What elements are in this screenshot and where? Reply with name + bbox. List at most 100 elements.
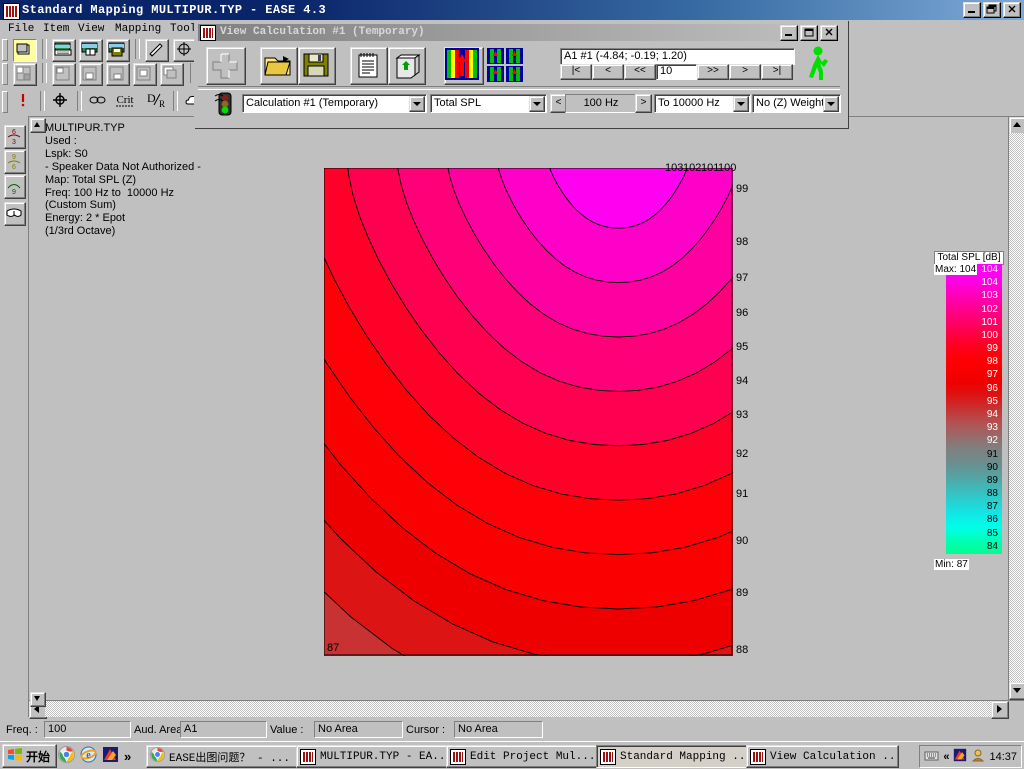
menu-item-view[interactable]: View bbox=[78, 23, 104, 35]
glasses-button[interactable] bbox=[4, 202, 26, 226]
nav-first-button[interactable]: |< bbox=[560, 64, 592, 80]
dialog-close-button[interactable] bbox=[820, 25, 838, 41]
ease-app-icon bbox=[300, 748, 316, 765]
multi-map-button[interactable] bbox=[486, 47, 524, 83]
keyboard-icon[interactable] bbox=[924, 749, 939, 765]
legend-tick-90: 90 bbox=[986, 461, 998, 473]
new-calculation-button[interactable] bbox=[206, 47, 246, 85]
taskbar-item-2[interactable]: Edit Project Mul... bbox=[446, 745, 599, 768]
window-tile-button[interactable] bbox=[13, 39, 38, 62]
weighting-select[interactable]: No (Z) Weight bbox=[752, 94, 841, 113]
save-map-button[interactable] bbox=[106, 39, 131, 62]
user-tray-icon[interactable] bbox=[971, 748, 985, 765]
scale-9-6-button[interactable]: 9 6 bbox=[4, 150, 26, 174]
toolbar-grip[interactable] bbox=[2, 63, 8, 85]
nav-fast-next-button[interactable]: >> bbox=[697, 64, 729, 80]
cascade-button[interactable] bbox=[160, 63, 185, 86]
nav-last-button[interactable]: >| bbox=[761, 64, 793, 80]
taskbar-item-1[interactable]: MULTIPUR.TYP - EA... bbox=[296, 745, 449, 768]
chevron-down-icon[interactable] bbox=[823, 96, 839, 112]
copy-map-button[interactable] bbox=[79, 39, 104, 62]
dialog-maximize-button[interactable] bbox=[800, 25, 818, 41]
open-project-button[interactable] bbox=[52, 39, 77, 62]
legend-tick-104: 104 bbox=[981, 277, 998, 289]
spl-contour-plot[interactable]: 87 bbox=[324, 168, 733, 656]
critical-distance-button[interactable]: Crit bbox=[112, 91, 139, 112]
legend-tick-86: 86 bbox=[986, 514, 998, 526]
recycle-button[interactable] bbox=[388, 47, 426, 85]
open-calculation-button[interactable] bbox=[260, 47, 298, 85]
scroll-right-button[interactable] bbox=[991, 701, 1009, 719]
clock[interactable]: 14:37 bbox=[989, 751, 1017, 763]
chevron-down-icon[interactable] bbox=[409, 96, 425, 112]
double-chevron-left-icon[interactable]: « bbox=[943, 751, 949, 763]
calculation-select[interactable]: Calculation #1 (Temporary) bbox=[242, 94, 427, 113]
split-3-button[interactable] bbox=[52, 63, 77, 86]
scale-9-button[interactable]: 9 bbox=[4, 175, 26, 199]
reference-point-button[interactable] bbox=[50, 91, 73, 112]
taskbar-item-label: Standard Mapping ... bbox=[620, 750, 749, 763]
direct-reverb-button[interactable]: DR bbox=[141, 91, 168, 112]
nav-prev-button[interactable]: < bbox=[592, 64, 624, 80]
menu-item-file[interactable]: File bbox=[8, 23, 34, 35]
menu-item-item[interactable]: Item bbox=[43, 23, 69, 35]
minimize-button[interactable] bbox=[963, 2, 981, 18]
traffic-light-icon[interactable] bbox=[212, 91, 238, 122]
save-calculation-button[interactable] bbox=[298, 47, 336, 85]
chrome-icon[interactable] bbox=[58, 746, 76, 764]
menu-item-tool[interactable]: Tool bbox=[170, 23, 196, 35]
taskbar-item-4[interactable]: View Calculation ... bbox=[746, 745, 899, 768]
chevron-down-icon[interactable] bbox=[529, 96, 545, 112]
dialog-minimize-button[interactable] bbox=[780, 25, 798, 41]
warning-button[interactable] bbox=[13, 91, 36, 112]
start-button[interactable]: 开始 bbox=[2, 744, 58, 768]
scroll-down-button[interactable] bbox=[1009, 682, 1024, 700]
legend-tick-88: 88 bbox=[986, 488, 998, 500]
canvas-horizontal-scrollbar[interactable] bbox=[29, 700, 1024, 719]
plot-label-right-97: 97 bbox=[736, 272, 749, 284]
link-button[interactable] bbox=[87, 91, 110, 112]
freq-to-select[interactable]: To 10000 Hz bbox=[654, 94, 751, 113]
canvas-vertical-scrollbar[interactable] bbox=[1008, 117, 1024, 700]
double-chevron-right-icon[interactable]: » bbox=[124, 749, 131, 764]
split-4-button[interactable] bbox=[13, 63, 38, 86]
target-button[interactable] bbox=[172, 39, 197, 62]
close-button[interactable] bbox=[1003, 2, 1021, 18]
pane-scroll-up-button[interactable] bbox=[30, 118, 46, 133]
map-canvas[interactable]: MULTIPUR.TYP Used : Lspk: S0 - Speaker D… bbox=[29, 117, 1008, 700]
nav-next-button[interactable]: > bbox=[729, 64, 761, 80]
taskbar-item-0[interactable]: EASE出图问题？ - ... bbox=[146, 745, 299, 768]
split-2v-button[interactable] bbox=[106, 63, 131, 86]
toolbar-grip[interactable] bbox=[2, 91, 8, 113]
scroll-track-vertical[interactable] bbox=[1009, 133, 1024, 684]
map-type-select[interactable]: Total SPL bbox=[430, 94, 547, 113]
report-button[interactable] bbox=[350, 47, 388, 85]
plot-label-right-99: 99 bbox=[736, 183, 749, 195]
nav-fast-prev-button[interactable]: << bbox=[624, 64, 656, 80]
legend-tick-92: 92 bbox=[986, 435, 998, 447]
scroll-track-horizontal[interactable] bbox=[45, 701, 1009, 717]
plot-label-right-96: 96 bbox=[736, 307, 749, 319]
internet-explorer-icon[interactable]: e bbox=[80, 746, 98, 764]
freq-next-button[interactable]: > bbox=[635, 94, 652, 113]
split-2h-button[interactable] bbox=[79, 63, 104, 86]
toolbar-grip[interactable] bbox=[2, 39, 8, 61]
taskbar-item-3[interactable]: Standard Mapping ... bbox=[596, 745, 749, 768]
scale-6-3-button[interactable]: 6 3 bbox=[4, 125, 26, 149]
menu-item-mapping[interactable]: Mapping bbox=[115, 23, 161, 35]
status-label-cursor: Cursor : bbox=[406, 724, 446, 736]
green-walking-man-icon[interactable] bbox=[802, 45, 834, 86]
pane-scroll-down-button[interactable] bbox=[30, 692, 46, 707]
view-calculation-dialog: View Calculation #1 (Temporary) A1 #1 (-… bbox=[194, 20, 848, 128]
chevron-down-icon[interactable] bbox=[733, 96, 749, 112]
legend-tick-98: 98 bbox=[986, 356, 998, 368]
dialog-title-bar[interactable]: View Calculation #1 (Temporary) bbox=[198, 24, 840, 41]
plot-label-right-94: 94 bbox=[736, 375, 749, 387]
nav-value-input[interactable]: 10 bbox=[656, 64, 697, 80]
pointer-button[interactable] bbox=[145, 39, 170, 62]
restore-button[interactable] bbox=[983, 2, 1001, 18]
media-tray-icon[interactable] bbox=[953, 748, 967, 765]
map-color-button[interactable] bbox=[444, 47, 484, 85]
media-player-icon[interactable] bbox=[102, 746, 120, 764]
single-view-button[interactable] bbox=[133, 63, 158, 86]
